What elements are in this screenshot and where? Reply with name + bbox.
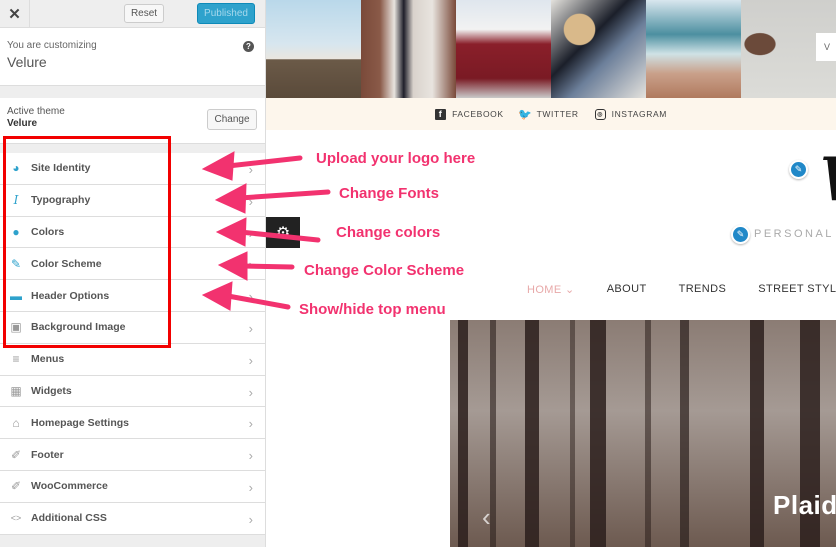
section-label: Footer	[31, 448, 64, 461]
section-site-identity[interactable]: ◕ Site Identity ›	[0, 153, 265, 185]
chevron-right-icon: ›	[248, 448, 253, 464]
instagram-icon: ◎	[594, 108, 606, 120]
chevron-right-icon: ›	[248, 162, 253, 177]
edit-logo-pencil-icon[interactable]: ✎	[789, 160, 808, 179]
section-typography[interactable]: I Typography ›	[0, 184, 265, 217]
instagram-photo[interactable]	[361, 0, 456, 98]
nav-item-street-style[interactable]: STREET STYLE	[758, 283, 836, 296]
visit-instagram-button[interactable]: V	[816, 33, 836, 61]
social-label: INSTAGRAM	[611, 109, 667, 119]
section-label: Widgets	[31, 384, 72, 397]
slide-title[interactable]: Plaid	[773, 490, 836, 521]
instagram-photo[interactable]	[266, 0, 361, 98]
wrench-icon: ✐	[10, 479, 22, 494]
gear-icon[interactable]: ⚙	[266, 217, 300, 248]
palette-icon: ●	[12, 224, 20, 239]
section-menus[interactable]: ≡ Menus ›	[0, 343, 265, 376]
edit-tagline-pencil-icon[interactable]: ✎	[731, 225, 750, 244]
section-background-image[interactable]: ▣ Background Image ›	[0, 311, 265, 344]
customizing-info: You are customizing Velure	[0, 28, 265, 86]
chevron-right-icon: ›	[248, 384, 253, 400]
section-footer[interactable]: ✐ Footer ›	[0, 439, 265, 471]
chevron-right-icon: ›	[248, 511, 253, 527]
instagram-feed	[266, 0, 836, 98]
section-label: Color Scheme	[31, 257, 102, 270]
hero-slider: ‹ Plaid	[450, 320, 836, 547]
reset-button[interactable]: Reset	[124, 4, 164, 23]
section-colors[interactable]: ● Colors ›	[0, 216, 265, 249]
italic-icon: I	[13, 193, 19, 208]
section-homepage-settings[interactable]: ⌂ Homepage Settings ›	[0, 407, 265, 440]
header-icon: ▬	[10, 288, 22, 303]
twitter-icon: 🐦	[518, 108, 533, 121]
social-link-facebook[interactable]: f FACEBOOK	[435, 108, 504, 120]
widgets-icon: ▦	[10, 383, 22, 398]
section-header-options[interactable]: ▬ Header Options ›	[0, 280, 265, 312]
home-icon: ⌂	[12, 415, 20, 430]
section-label: Additional CSS	[31, 512, 107, 525]
section-color-scheme[interactable]: ✎ Color Scheme ›	[0, 248, 265, 281]
instagram-photo[interactable]	[551, 0, 646, 98]
customizer-header: ✕ Reset Published	[0, 0, 265, 28]
main-navigation: HOME ⌄ABOUTTRENDSSTREET STYLET	[527, 283, 836, 296]
social-label: TWITTER	[536, 109, 579, 119]
menu-icon: ≡	[12, 352, 20, 367]
close-customizer-button[interactable]: ✕	[0, 0, 30, 28]
section-list: ◕ Site Identity › I Typography › ● Colors › ✎ Colo…	[0, 153, 265, 535]
nav-item-home[interactable]: HOME ⌄	[527, 283, 575, 296]
section-label: Colors	[31, 225, 65, 238]
instagram-photo[interactable]	[646, 0, 741, 98]
wrench-icon: ✐	[10, 447, 22, 462]
social-links-bar: f FACEBOOK 🐦 TWITTER ◎ INSTAGRAM	[266, 98, 836, 130]
social-link-instagram[interactable]: ◎ INSTAGRAM	[594, 108, 667, 120]
social-link-twitter[interactable]: 🐦 TWITTER	[518, 108, 579, 121]
nav-item-about[interactable]: ABOUT	[607, 283, 647, 296]
facebook-icon: f	[435, 108, 447, 120]
active-theme-panel: Active theme Velure Change	[0, 98, 265, 144]
section-widgets[interactable]: ▦ Widgets ›	[0, 375, 265, 408]
chevron-right-icon: ›	[248, 225, 253, 241]
section-woocommerce[interactable]: ✐ WooCommerce ›	[0, 470, 265, 503]
site-tagline: PERSONAL BL	[754, 228, 836, 240]
section-label: Menus	[31, 353, 65, 366]
section-label: Homepage Settings	[31, 416, 130, 429]
chevron-right-icon: ›	[248, 320, 253, 336]
chevron-right-icon: ›	[248, 479, 253, 495]
chevron-right-icon: ›	[248, 257, 253, 273]
close-icon: ✕	[8, 6, 21, 23]
site-logo: W	[820, 150, 836, 210]
chevron-right-icon: ›	[248, 352, 253, 368]
section-label: Header Options	[31, 289, 110, 302]
section-label: WooCommerce	[31, 480, 108, 493]
section-label: Background Image	[31, 321, 126, 334]
annotation-show-hide-menu: Show/hide top menu	[299, 301, 446, 318]
instagram-photo[interactable]	[456, 0, 551, 98]
section-additional-css[interactable]: <> Additional CSS ›	[0, 502, 265, 535]
help-icon[interactable]: ?	[243, 41, 254, 52]
nav-item-trends[interactable]: TRENDS	[679, 283, 727, 296]
annotation-change-color-scheme: Change Color Scheme	[304, 262, 465, 279]
customizer-sidebar: ✕ Reset Published You are customizing Ve…	[0, 0, 266, 547]
change-theme-button[interactable]: Change	[207, 109, 257, 130]
social-label: FACEBOOK	[452, 109, 504, 119]
annotation-upload-logo: Upload your logo here	[316, 150, 476, 167]
globe-icon: ◕	[12, 161, 20, 176]
brush-icon: ✎	[10, 256, 22, 271]
publish-button[interactable]: Published	[197, 3, 255, 24]
code-icon: <>	[10, 513, 22, 524]
chevron-right-icon: ›	[248, 416, 253, 432]
section-label: Typography	[31, 194, 91, 207]
image-icon: ▣	[10, 320, 22, 335]
customizing-label: You are customizing	[7, 40, 97, 51]
site-title: Velure	[7, 54, 47, 70]
annotation-change-fonts: Change Fonts	[339, 185, 439, 202]
chevron-right-icon: ›	[248, 193, 253, 209]
slider-prev-arrow[interactable]: ‹	[482, 502, 491, 533]
annotation-change-colors: Change colors	[336, 224, 441, 241]
chevron-right-icon: ›	[248, 289, 253, 305]
section-label: Site Identity	[31, 162, 91, 175]
